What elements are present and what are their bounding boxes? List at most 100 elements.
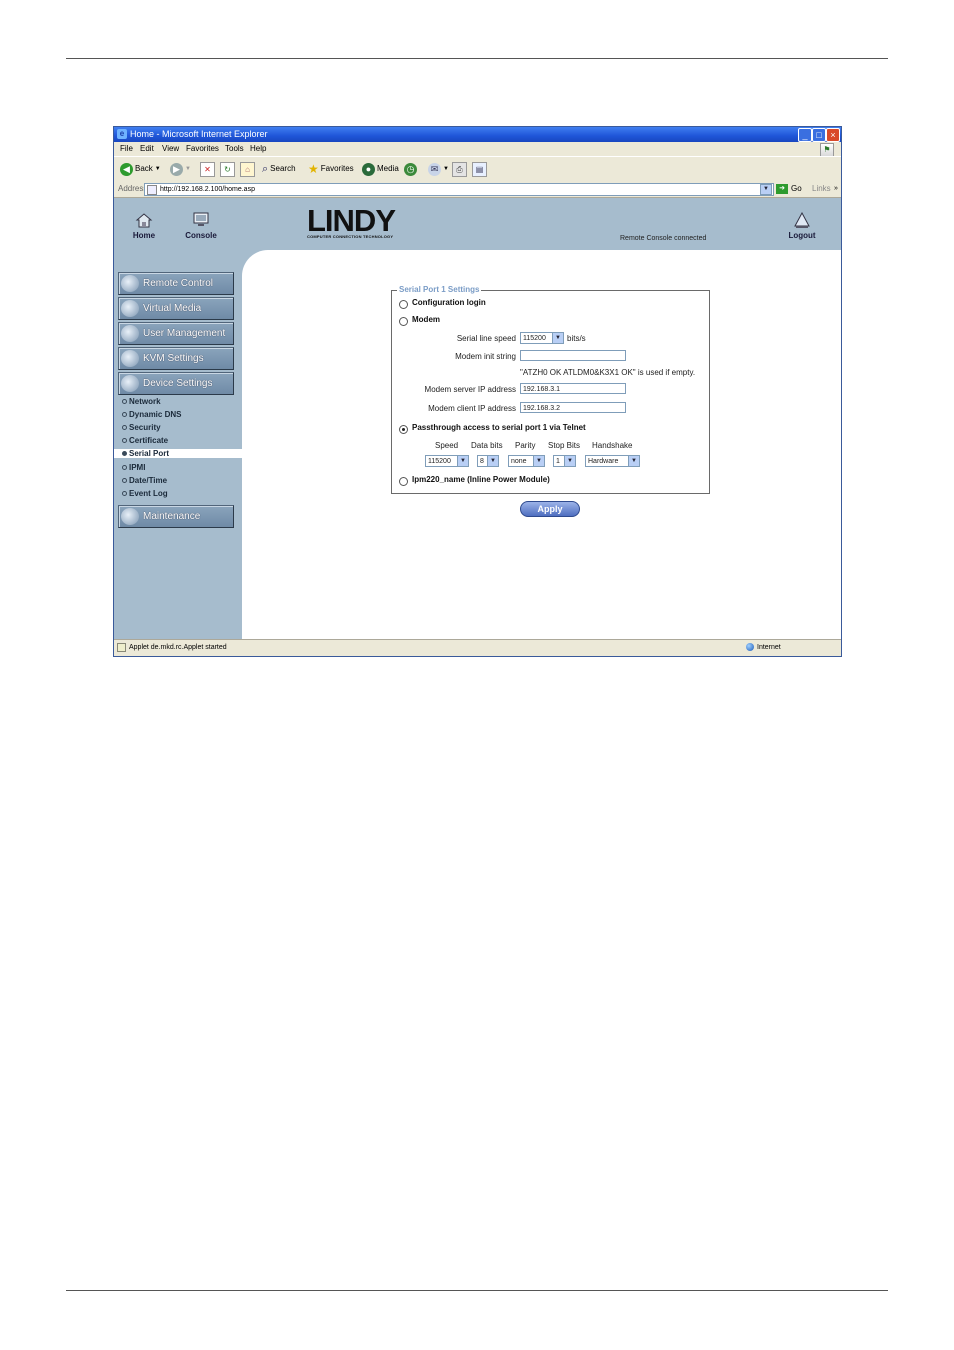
stop-button[interactable]: ✕ [200,161,215,177]
history-button[interactable]: ◷ [404,161,417,177]
menu-help[interactable]: Help [250,142,266,156]
data-bits-select[interactable]: 8 ▼ [477,455,499,467]
col-parity: Parity [515,441,536,450]
mail-button[interactable]: ✉ ▼ [428,161,449,177]
home-icon [135,213,153,228]
stop-bits-select[interactable]: 1 ▼ [553,455,576,467]
sub-item-date-time[interactable]: Date/Time [122,476,167,485]
speed-select[interactable]: 115200 ▼ [425,455,469,467]
console-nav-label: Console [185,231,217,240]
menu-bar: File Edit View Favorites Tools Help ⚑ [114,142,841,157]
modem-client-ip-field[interactable]: 192.168.3.2 [520,402,626,413]
radio-config-login[interactable] [399,300,408,309]
menu-favorites[interactable]: Favorites [186,142,219,156]
close-button[interactable]: × [826,128,840,142]
ie-icon: e [117,129,127,139]
nav-kvm-settings[interactable]: KVM Settings [118,347,234,370]
modem-init-field[interactable] [520,350,626,361]
status-zone: Internet [746,640,781,656]
address-dropdown-icon[interactable]: ▼ [760,184,772,195]
nav-virtual-media[interactable]: Virtual Media [118,297,234,320]
apply-button[interactable]: Apply [520,501,580,517]
links-label[interactable]: Links [812,181,831,197]
nav-remote-control[interactable]: Remote Control [118,272,234,295]
serial-line-speed-label: Serial line speed [456,334,516,343]
modem-server-ip-field[interactable]: 192.168.3.1 [520,383,626,394]
col-handshake: Handshake [592,441,633,450]
chevron-down-icon: ▼ [533,456,544,466]
radio-ipm[interactable] [399,477,408,486]
remote-control-icon [121,275,139,292]
nav-device-settings[interactable]: Device Settings [118,372,234,395]
title-bar: e Home - Microsoft Internet Explorer _ □… [114,127,841,142]
logout-button[interactable]: Logout [777,212,827,240]
sub-item-network[interactable]: Network [122,397,161,406]
menu-tools[interactable]: Tools [225,142,244,156]
config-login-label: Configuration login [412,298,486,307]
toolbar: ◀ Back ▼ ▶ ▼ ✕ ↻ ⌂ ⌕ Search ★ Favorites … [114,156,841,182]
back-button[interactable]: ◀ Back ▼ [120,161,161,177]
bullet-icon [122,491,127,497]
history-icon: ◷ [404,162,417,176]
serial-port-settings: Serial Port 1 Settings Configuration log… [391,285,710,494]
kvm-header: Home Console LINDY COMPUTER CONNECTION T… [114,198,841,250]
home-nav-button[interactable]: Home [119,212,169,240]
parity-select[interactable]: none ▼ [508,455,545,467]
sub-item-serial-port[interactable]: Serial Port [114,449,242,458]
menu-view[interactable]: View [162,142,179,156]
edit-button[interactable]: ▤ [472,161,487,177]
links-chevron-icon[interactable]: » [834,181,838,197]
serial-line-speed-select[interactable]: 115200 ▼ [520,332,564,344]
page-content: Home Console LINDY COMPUTER CONNECTION T… [114,198,841,639]
nav-maintenance[interactable]: Maintenance [118,505,234,528]
status-bar: Applet de.mkd.rc.Applet started Internet [114,639,841,656]
nav-kvm-settings-label: KVM Settings [143,353,204,364]
house-icon: ⌂ [240,161,255,177]
menu-edit[interactable]: Edit [140,142,154,156]
sub-item-event-log[interactable]: Event Log [122,489,168,498]
home-toolbar-button[interactable]: ⌂ [240,161,255,177]
chevron-down-icon: ▼ [487,456,498,466]
media-button[interactable]: ● Media [362,161,399,177]
sidebar: Remote Control Virtual Media User Manage… [114,250,242,639]
chevron-down-icon: ▼ [564,456,575,466]
minimize-button[interactable]: _ [798,128,812,142]
bullet-icon [122,465,127,471]
sub-item-ipmi[interactable]: IPMI [122,463,145,472]
sub-item-dynamic-dns[interactable]: Dynamic DNS [122,410,181,419]
mail-icon: ✉ [428,162,441,176]
nav-user-management[interactable]: User Management [118,322,234,345]
radio-modem[interactable] [399,317,408,326]
chevron-down-icon: ▼ [628,456,639,466]
menu-file[interactable]: File [120,142,133,156]
handshake-select[interactable]: Hardware ▼ [585,455,640,467]
ipm-label: Ipm220_name (Inline Power Module) [412,475,550,484]
sub-item-security[interactable]: Security [122,423,161,432]
forward-button[interactable]: ▶ ▼ [170,161,191,177]
refresh-button[interactable]: ↻ [220,161,235,177]
print-button[interactable]: ⎙ [452,161,467,177]
logout-label: Logout [788,231,816,240]
passthrough-label: Passthrough access to serial port 1 via … [412,423,586,432]
go-arrow-icon[interactable]: ➜ [776,184,788,194]
search-label: Search [270,164,296,173]
page-icon [147,185,157,195]
go-label[interactable]: Go [791,181,802,197]
modem-client-label: Modem client IP address [428,404,516,413]
sub-item-certificate[interactable]: Certificate [122,436,168,445]
bullet-icon [122,438,127,444]
media-icon: ● [362,162,375,176]
mail-dropdown-icon[interactable]: ▼ [443,161,449,177]
home-nav-label: Home [132,231,156,240]
maximize-button[interactable]: □ [812,128,826,142]
stop-icon: ✕ [200,161,215,177]
console-nav-button[interactable]: Console [176,212,226,240]
back-dropdown-icon[interactable]: ▼ [155,161,161,177]
address-input[interactable]: http://192.168.2.100/home.asp [144,183,774,196]
nav-maintenance-label: Maintenance [143,511,201,522]
search-button[interactable]: ⌕ Search [262,161,296,177]
radio-passthrough[interactable] [399,425,408,434]
nav-virtual-media-label: Virtual Media [143,303,202,314]
address-bar: Address http://192.168.2.100/home.asp ▼ … [114,181,841,198]
favorites-button[interactable]: ★ Favorites [308,161,354,177]
